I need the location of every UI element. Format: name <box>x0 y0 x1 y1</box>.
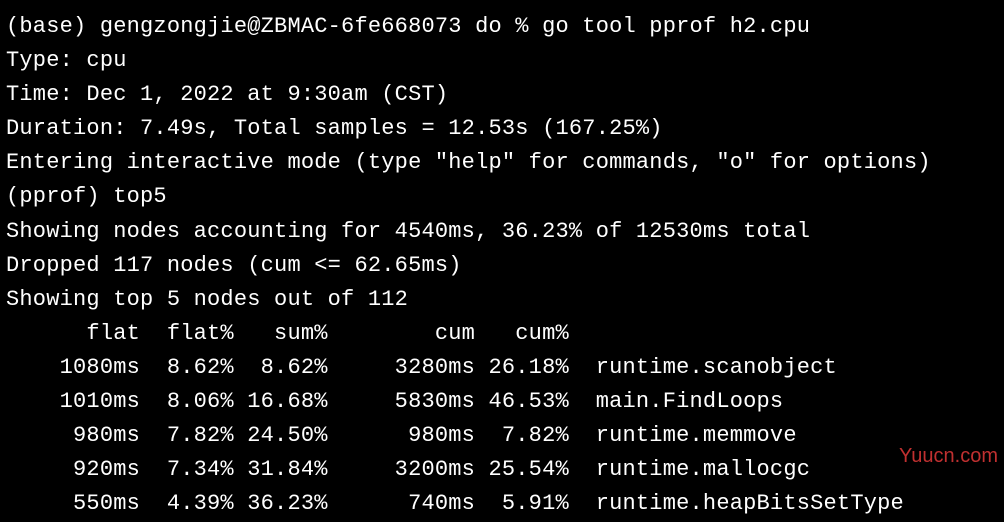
table-row: 1080ms 8.62% 8.62% 3280ms 26.18% runtime… <box>6 351 998 385</box>
pprof-showing-line: Showing nodes accounting for 4540ms, 36.… <box>6 215 998 249</box>
pprof-type-line: Type: cpu <box>6 44 998 78</box>
table-row: 980ms 7.82% 24.50% 980ms 7.82% runtime.m… <box>6 419 998 453</box>
table-row: 1010ms 8.06% 16.68% 5830ms 46.53% main.F… <box>6 385 998 419</box>
terminal-command-line: (base) gengzongjie@ZBMAC-6fe668073 do % … <box>6 10 998 44</box>
pprof-prompt-line[interactable]: (pprof) top5 <box>6 180 998 214</box>
pprof-duration-line: Duration: 7.49s, Total samples = 12.53s … <box>6 112 998 146</box>
table-row: 550ms 4.39% 36.23% 740ms 5.91% runtime.h… <box>6 487 998 521</box>
pprof-top-line: Showing top 5 nodes out of 112 <box>6 283 998 317</box>
table-row: 920ms 7.34% 31.84% 3200ms 25.54% runtime… <box>6 453 998 487</box>
watermark: Yuucn.com <box>899 441 998 472</box>
pprof-mode-line: Entering interactive mode (type "help" f… <box>6 146 998 180</box>
pprof-time-line: Time: Dec 1, 2022 at 9:30am (CST) <box>6 78 998 112</box>
table-header: flat flat% sum% cum cum% <box>6 317 998 351</box>
pprof-dropped-line: Dropped 117 nodes (cum <= 62.65ms) <box>6 249 998 283</box>
